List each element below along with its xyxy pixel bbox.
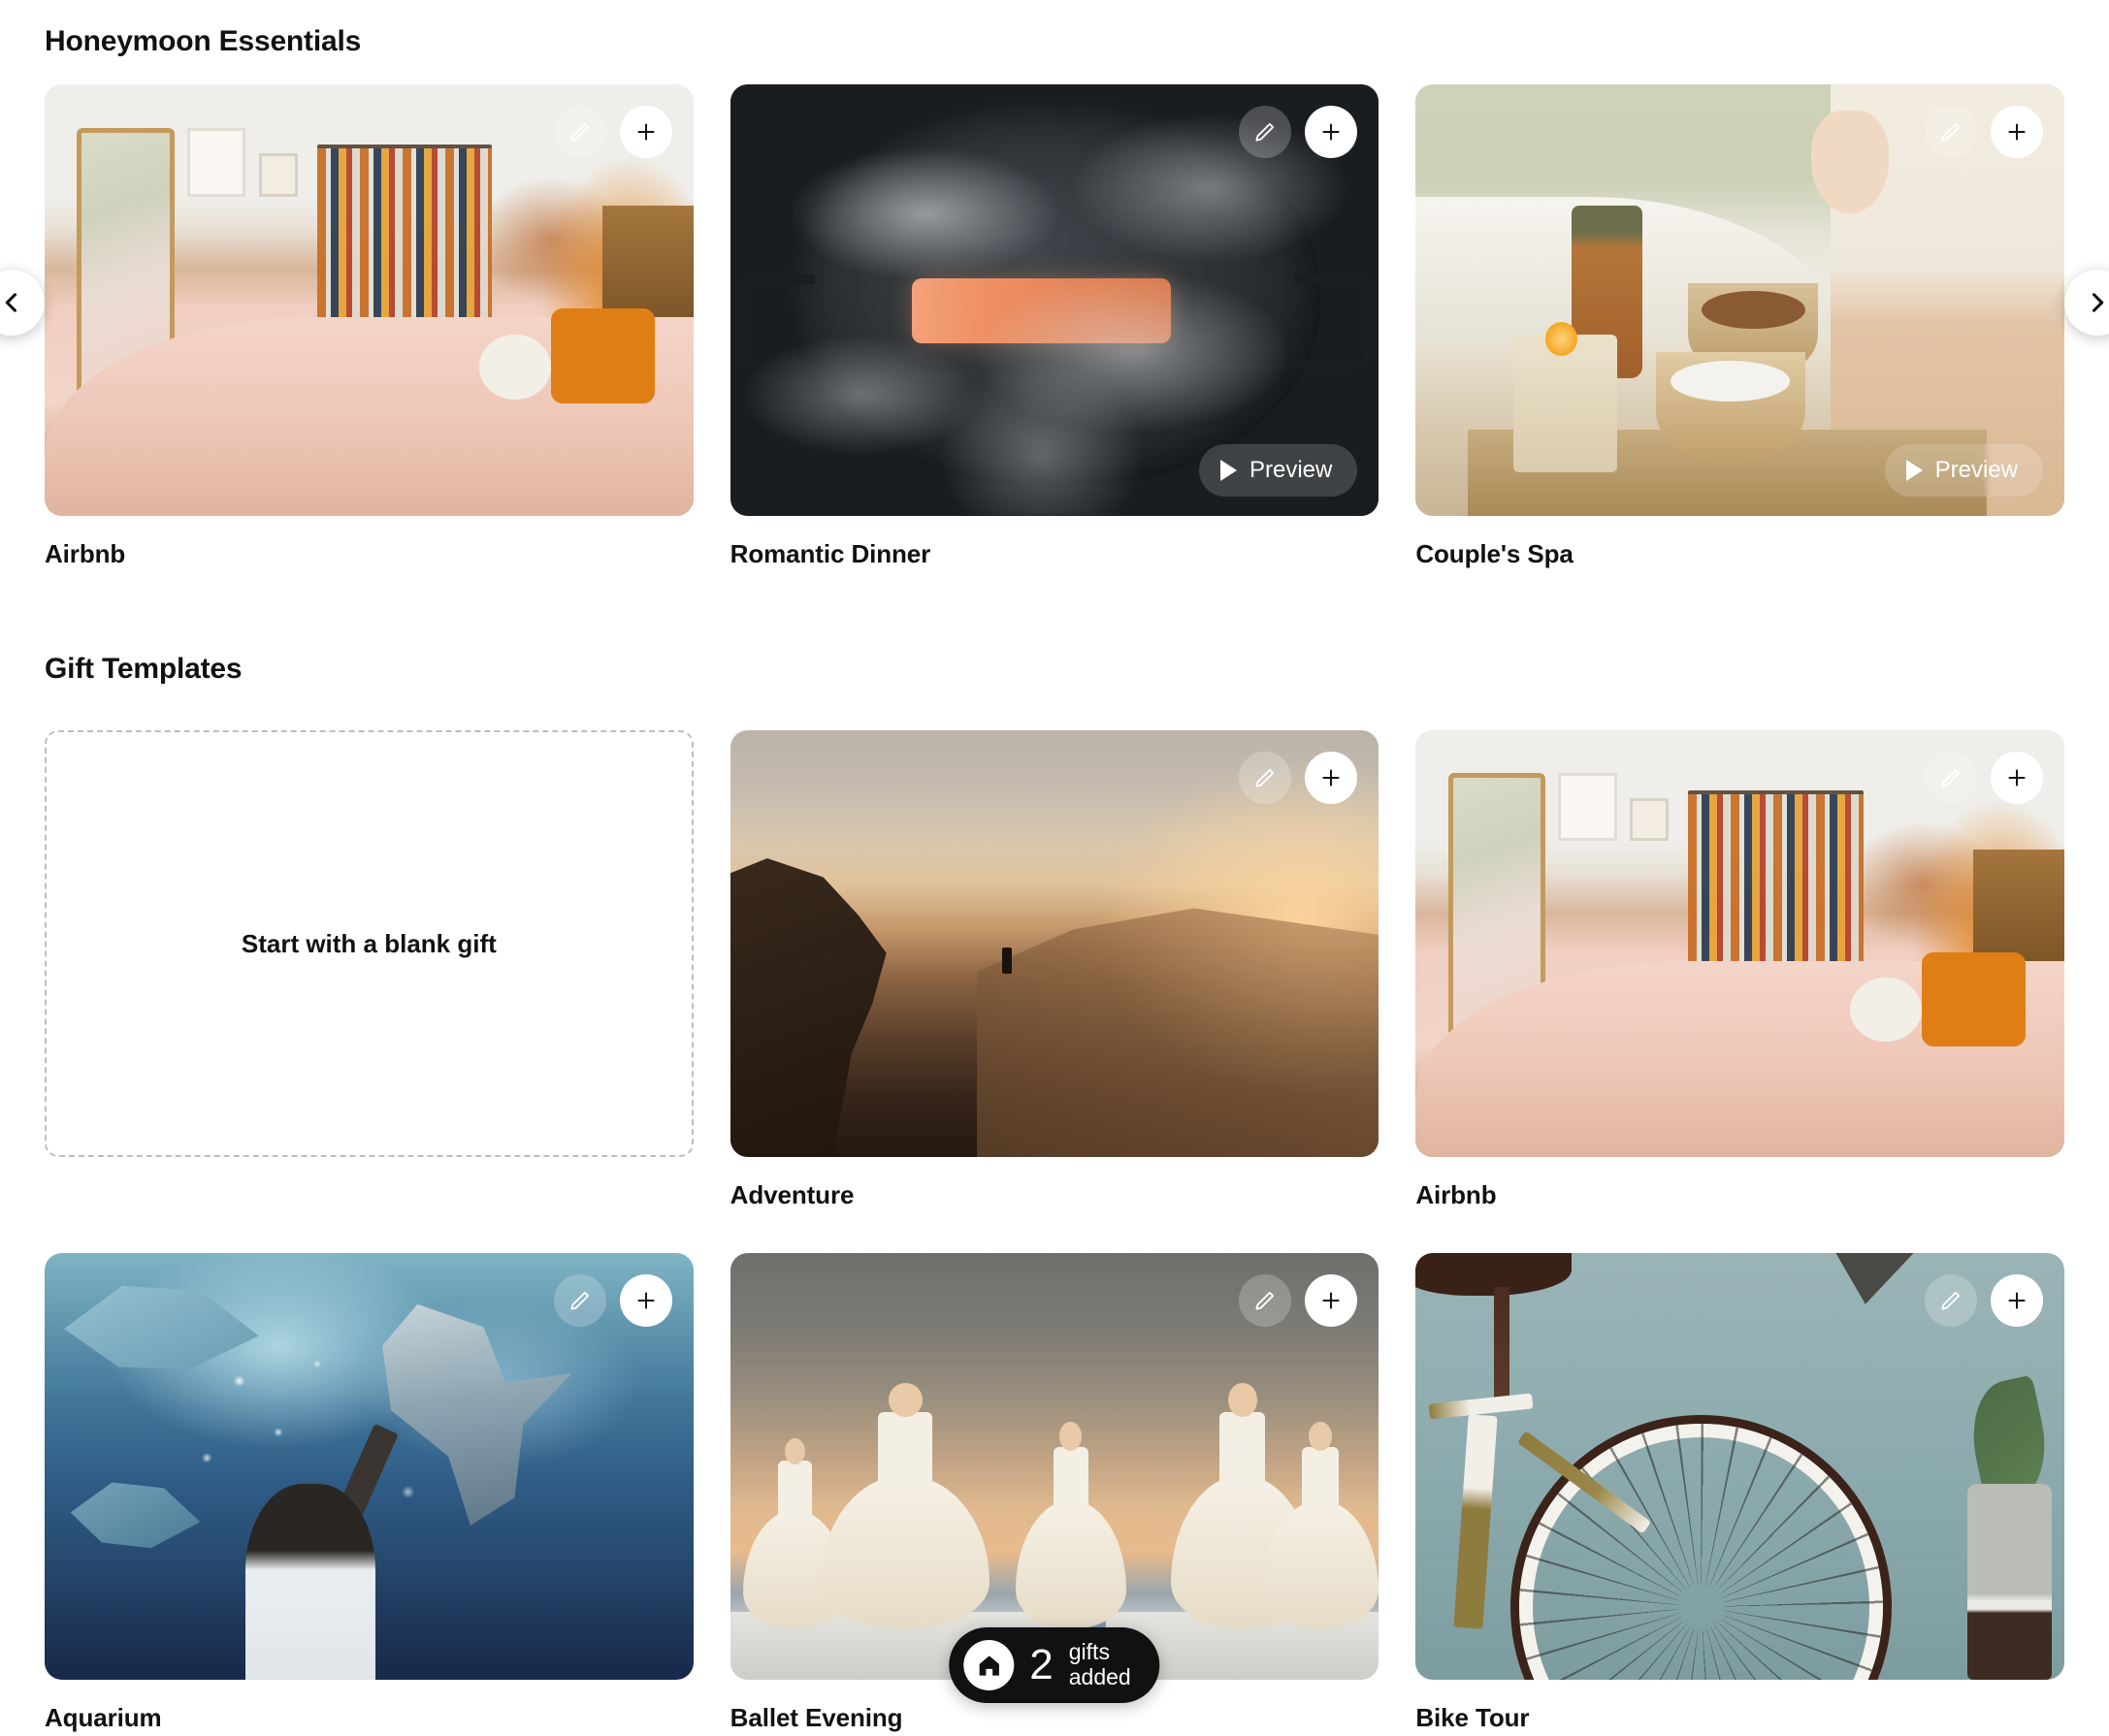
pencil-icon [1255,768,1275,788]
plus-icon [1322,1292,1340,1309]
card-label: Adventure [730,1180,855,1209]
pencil-icon [1255,1291,1275,1310]
card-label: Aquarium [45,1703,162,1732]
carousel-prev-button[interactable] [0,270,45,336]
template-card-aquarium[interactable]: Aquarium [45,1253,694,1733]
home-icon-badge [963,1640,1015,1690]
template-card-bike-tour[interactable]: Bike Tour [1415,1253,2064,1733]
plus-icon-button[interactable] [1305,1274,1358,1327]
plus-icon [2008,123,2026,141]
card-action-group [553,106,672,158]
plus-icon-button[interactable] [1991,1274,2043,1327]
template-card-blank[interactable]: Start with a blank gift [45,730,694,1210]
plus-icon [1322,123,1340,141]
page-title-gift-templates: Gift Templates [45,653,243,685]
plus-icon [1322,769,1340,787]
gift-counter-pill[interactable]: 2 gifts added [949,1627,1160,1703]
card-media[interactable] [45,84,694,516]
pencil-icon-button[interactable] [1239,106,1292,158]
pencil-icon-button[interactable] [1239,1274,1292,1327]
card-media[interactable]: Preview [730,84,1379,516]
card-action-group [1239,106,1358,158]
preview-button-label: Preview [1249,457,1333,483]
card-media[interactable] [45,1253,694,1680]
blank-gift-dropzone[interactable]: Start with a blank gift [45,730,694,1157]
plus-icon [2008,1292,2026,1309]
pencil-icon [570,122,589,142]
plus-icon [2008,769,2026,787]
card-label: Ballet Evening [730,1703,903,1732]
plus-icon-button[interactable] [1305,106,1358,158]
card-action-group [1925,752,2043,804]
card-action-group [1239,1274,1358,1327]
card-action-group [1925,1274,2043,1327]
chevron-right-icon [2092,293,2104,312]
plus-icon-button[interactable] [1991,106,2043,158]
card-label: Airbnb [1415,1180,1497,1209]
gift-templates-row-1: Start with a blank gift Adventure Airbnb [45,730,2064,1210]
home-icon [979,1655,999,1676]
page-title-honeymoon-essentials: Honeymoon Essentials [45,25,362,57]
card-label: Bike Tour [1415,1703,1530,1732]
gift-counter-text: gifts added [1068,1639,1131,1690]
card-media[interactable] [730,1253,1379,1680]
card-action-group [1925,106,2043,158]
plus-icon-button[interactable] [619,106,672,158]
preview-button[interactable]: Preview [1198,444,1358,497]
preview-button[interactable]: Preview [1884,444,2043,497]
pencil-icon [570,1291,589,1310]
template-card-adventure[interactable]: Adventure [730,730,1379,1210]
pencil-icon [1941,122,1961,142]
gift-counter-line-2: added [1068,1664,1131,1689]
card-label: Couple's Spa [1415,539,1574,568]
card-label: Airbnb [45,539,126,568]
pencil-icon-button[interactable] [553,106,606,158]
pencil-icon-button[interactable] [1925,106,1977,158]
pencil-icon-button[interactable] [1925,1274,1977,1327]
blank-gift-label: Start with a blank gift [241,928,497,958]
pencil-icon-button[interactable] [1925,752,1977,804]
plus-icon-button[interactable] [619,1274,672,1327]
card-action-group [1239,752,1358,804]
pencil-icon-button[interactable] [1239,752,1292,804]
template-card-airbnb-2[interactable]: Airbnb [1415,730,2064,1210]
plus-icon [637,1292,655,1309]
card-media[interactable]: Preview [1415,84,2064,516]
card-media[interactable] [730,730,1379,1157]
play-icon [1905,460,1923,481]
plus-icon-button[interactable] [1991,752,2043,804]
play-icon [1219,460,1237,481]
card-media[interactable] [1415,730,2064,1157]
carousel-next-button[interactable] [2064,270,2109,336]
pencil-icon [1941,1291,1961,1310]
honeymoon-carousel: Airbnb Preview Romantic Dinner Preview C… [45,84,2064,569]
card-media[interactable] [1415,1253,2064,1680]
pencil-icon [1255,122,1275,142]
pencil-icon-button[interactable] [553,1274,606,1327]
gift-count: 2 [1029,1641,1054,1688]
preview-button-label: Preview [1934,457,2018,483]
template-card-couples-spa[interactable]: Preview Couple's Spa [1415,84,2064,569]
card-label: Romantic Dinner [730,539,931,568]
gift-counter-line-1: gifts [1068,1639,1110,1665]
template-card-airbnb[interactable]: Airbnb [45,84,694,569]
chevron-left-icon [5,293,17,312]
plus-icon-button[interactable] [1305,752,1358,804]
gift-templates-page: Honeymoon Essentials Airbnb Preview Roma… [0,0,2109,1736]
card-action-group [553,1274,672,1327]
plus-icon [637,123,655,141]
template-card-romantic-dinner[interactable]: Preview Romantic Dinner [730,84,1379,569]
pencil-icon [1941,768,1961,788]
